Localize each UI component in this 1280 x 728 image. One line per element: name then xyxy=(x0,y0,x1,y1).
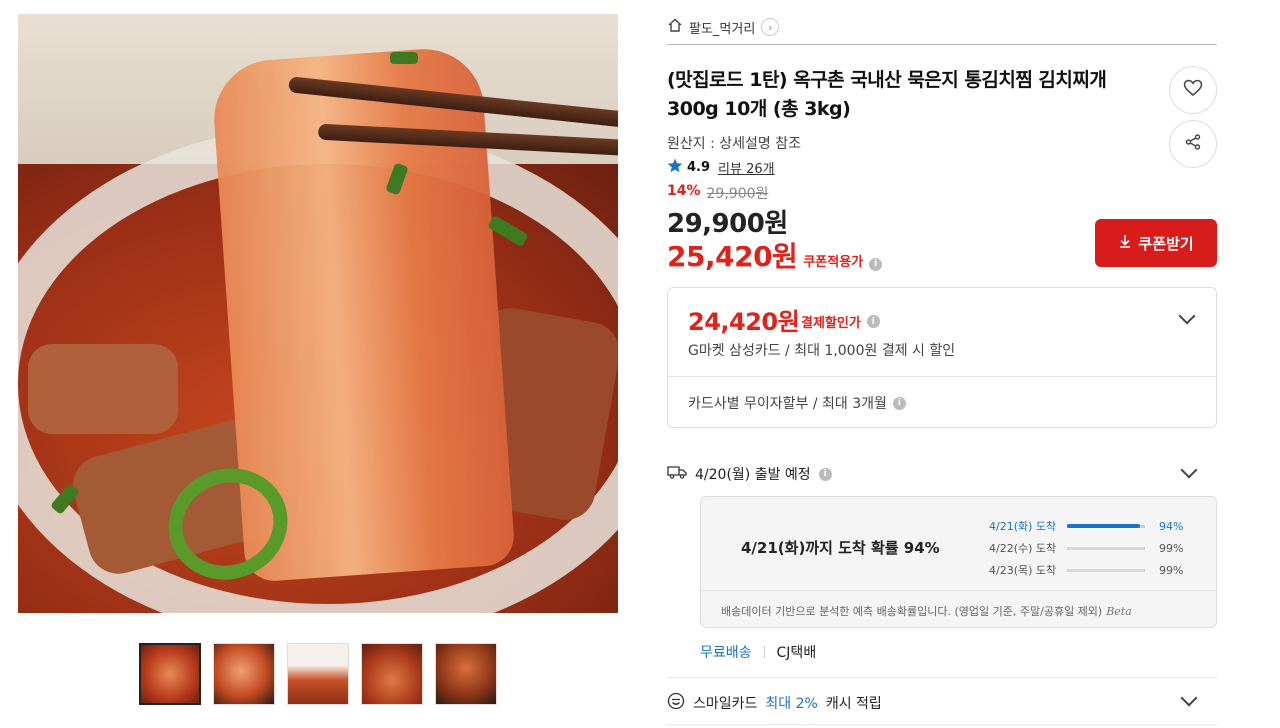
departure-text: 4/20(월) 출발 예정 xyxy=(695,467,811,483)
installment-text: 카드사별 무이자할부 / 최대 3개월 xyxy=(688,396,887,412)
smile-icon xyxy=(667,692,685,714)
delivery-date: 4/23(목) 도착 xyxy=(989,564,1057,577)
delivery-percent: 99% xyxy=(1159,541,1184,555)
info-icon[interactable]: i xyxy=(818,467,832,481)
coupon-price-label: 쿠폰적용가 xyxy=(803,255,864,270)
product-main-image xyxy=(18,14,618,613)
payment-discount-box: 24,420원 결제할인가 i G마켓 삼성카드 / 최대 1,000원 결제 … xyxy=(667,287,1217,428)
payment-discount-label-text: 결제할인가 xyxy=(801,316,861,331)
smilecard-row[interactable]: 스마일카드 최대 2% 캐시 적립 xyxy=(667,692,882,714)
home-icon xyxy=(667,17,683,37)
installment-row: 카드사별 무이자할부 / 최대 3개월 i xyxy=(688,393,906,413)
payment-discount-detail: G마켓 삼성카드 / 최대 1,000원 결제 시 할인 xyxy=(688,343,956,359)
product-title: (맛집로드 1탄) 옥구촌 국내산 묵은지 통김치찜 김치찌개 300g 10개… xyxy=(667,69,1107,120)
carrier-name: CJ택배 xyxy=(776,645,817,661)
delivery-note: 배송데이터 기반으로 분석한 예측 배송확률입니다. (영업일 기준, 주말/공… xyxy=(721,603,1132,619)
store-name[interactable]: 팔도_먹거리 xyxy=(689,18,755,37)
smilecard-rate: 최대 2% xyxy=(765,696,818,712)
delivery-probability-headline: 4/21(화)까지 도착 확률 94% xyxy=(741,539,940,557)
probability-bar xyxy=(1067,568,1145,572)
beta-label: Beta xyxy=(1106,605,1132,618)
rating: 4.9 리뷰 26개 xyxy=(667,158,775,177)
origin-text: 원산지 : 상세설명 참조 xyxy=(667,136,801,152)
smilecard-suffix: 캐시 적립 xyxy=(825,696,882,712)
discount-percent: 14% xyxy=(667,183,701,199)
divider xyxy=(667,724,1217,725)
probability-bar-fill xyxy=(1067,568,1145,572)
shipping-row[interactable]: 4/20(월) 출발 예정 i xyxy=(667,464,1217,484)
delivery-row: 4/22(수) 도착 99% xyxy=(989,537,1199,559)
share-button[interactable] xyxy=(1169,120,1217,168)
download-icon xyxy=(1118,234,1132,252)
info-icon[interactable]: i xyxy=(892,396,906,410)
info-icon[interactable]: i xyxy=(866,315,880,328)
probability-bar xyxy=(1067,523,1145,528)
discount-row: 14% 29,900원 xyxy=(667,183,768,203)
divider xyxy=(667,44,1217,45)
carrier-row: 무료배송 CJ택배 xyxy=(700,642,816,662)
heart-icon xyxy=(1183,79,1203,101)
smilecard-label: 스마일카드 xyxy=(693,696,758,712)
chevron-down-icon[interactable] xyxy=(1180,689,1198,707)
get-coupon-button[interactable]: 쿠폰받기 xyxy=(1095,219,1217,267)
thumbnail-4[interactable] xyxy=(361,643,423,705)
truck-icon xyxy=(667,464,687,484)
thumbnail-1[interactable] xyxy=(139,643,201,705)
rating-score: 4.9 xyxy=(687,160,711,175)
delivery-row: 4/21(화) 도착 94% xyxy=(989,515,1199,537)
probability-bar xyxy=(1067,546,1145,550)
info-icon[interactable]: i xyxy=(869,257,883,271)
divider xyxy=(763,646,765,658)
payment-discount-label: 결제할인가 i xyxy=(801,312,880,331)
divider xyxy=(701,590,1216,591)
probability-bar-fill xyxy=(1067,523,1141,528)
thumbnail-5[interactable] xyxy=(435,643,497,705)
thumbnail-2[interactable] xyxy=(213,643,275,705)
breadcrumb[interactable]: 팔도_먹거리 › xyxy=(667,16,780,38)
delivery-probability-box: 4/21(화)까지 도착 확률 94% 4/21(화) 도착 94% 4/22(… xyxy=(700,496,1217,628)
delivery-percent: 99% xyxy=(1159,563,1184,577)
coupon-price-row: 25,420원 쿠폰적용가 i xyxy=(667,235,883,275)
thumbnail-strip xyxy=(139,643,497,705)
coupon-price: 25,420원 xyxy=(667,240,798,273)
delivery-note-text: 배송데이터 기반으로 분석한 예측 배송확률입니다. (영업일 기준, 주말/공… xyxy=(721,605,1103,618)
delivery-probability-list: 4/21(화) 도착 94% 4/22(수) 도착 99% 4/23(목) 도착… xyxy=(989,515,1199,581)
payment-discount-price: 24,420원 xyxy=(688,308,800,336)
divider xyxy=(668,376,1216,377)
delivery-row: 4/23(목) 도착 99% xyxy=(989,559,1199,581)
delivery-date: 4/21(화) 도착 xyxy=(989,520,1057,533)
wishlist-button[interactable] xyxy=(1169,66,1217,114)
thumbnail-3[interactable] xyxy=(287,643,349,705)
get-coupon-label: 쿠폰받기 xyxy=(1138,234,1194,253)
delivery-percent: 94% xyxy=(1159,519,1184,533)
review-link[interactable]: 리뷰 26개 xyxy=(718,158,775,177)
delivery-date: 4/22(수) 도착 xyxy=(989,542,1057,555)
probability-bar-fill xyxy=(1067,546,1145,550)
chevron-right-icon: › xyxy=(761,18,780,36)
divider xyxy=(667,677,1217,678)
share-icon xyxy=(1184,133,1202,155)
chevron-down-icon[interactable] xyxy=(1178,307,1196,325)
original-price: 29,900원 xyxy=(706,186,769,202)
free-shipping-label: 무료배송 xyxy=(700,645,752,661)
star-icon xyxy=(667,158,683,177)
